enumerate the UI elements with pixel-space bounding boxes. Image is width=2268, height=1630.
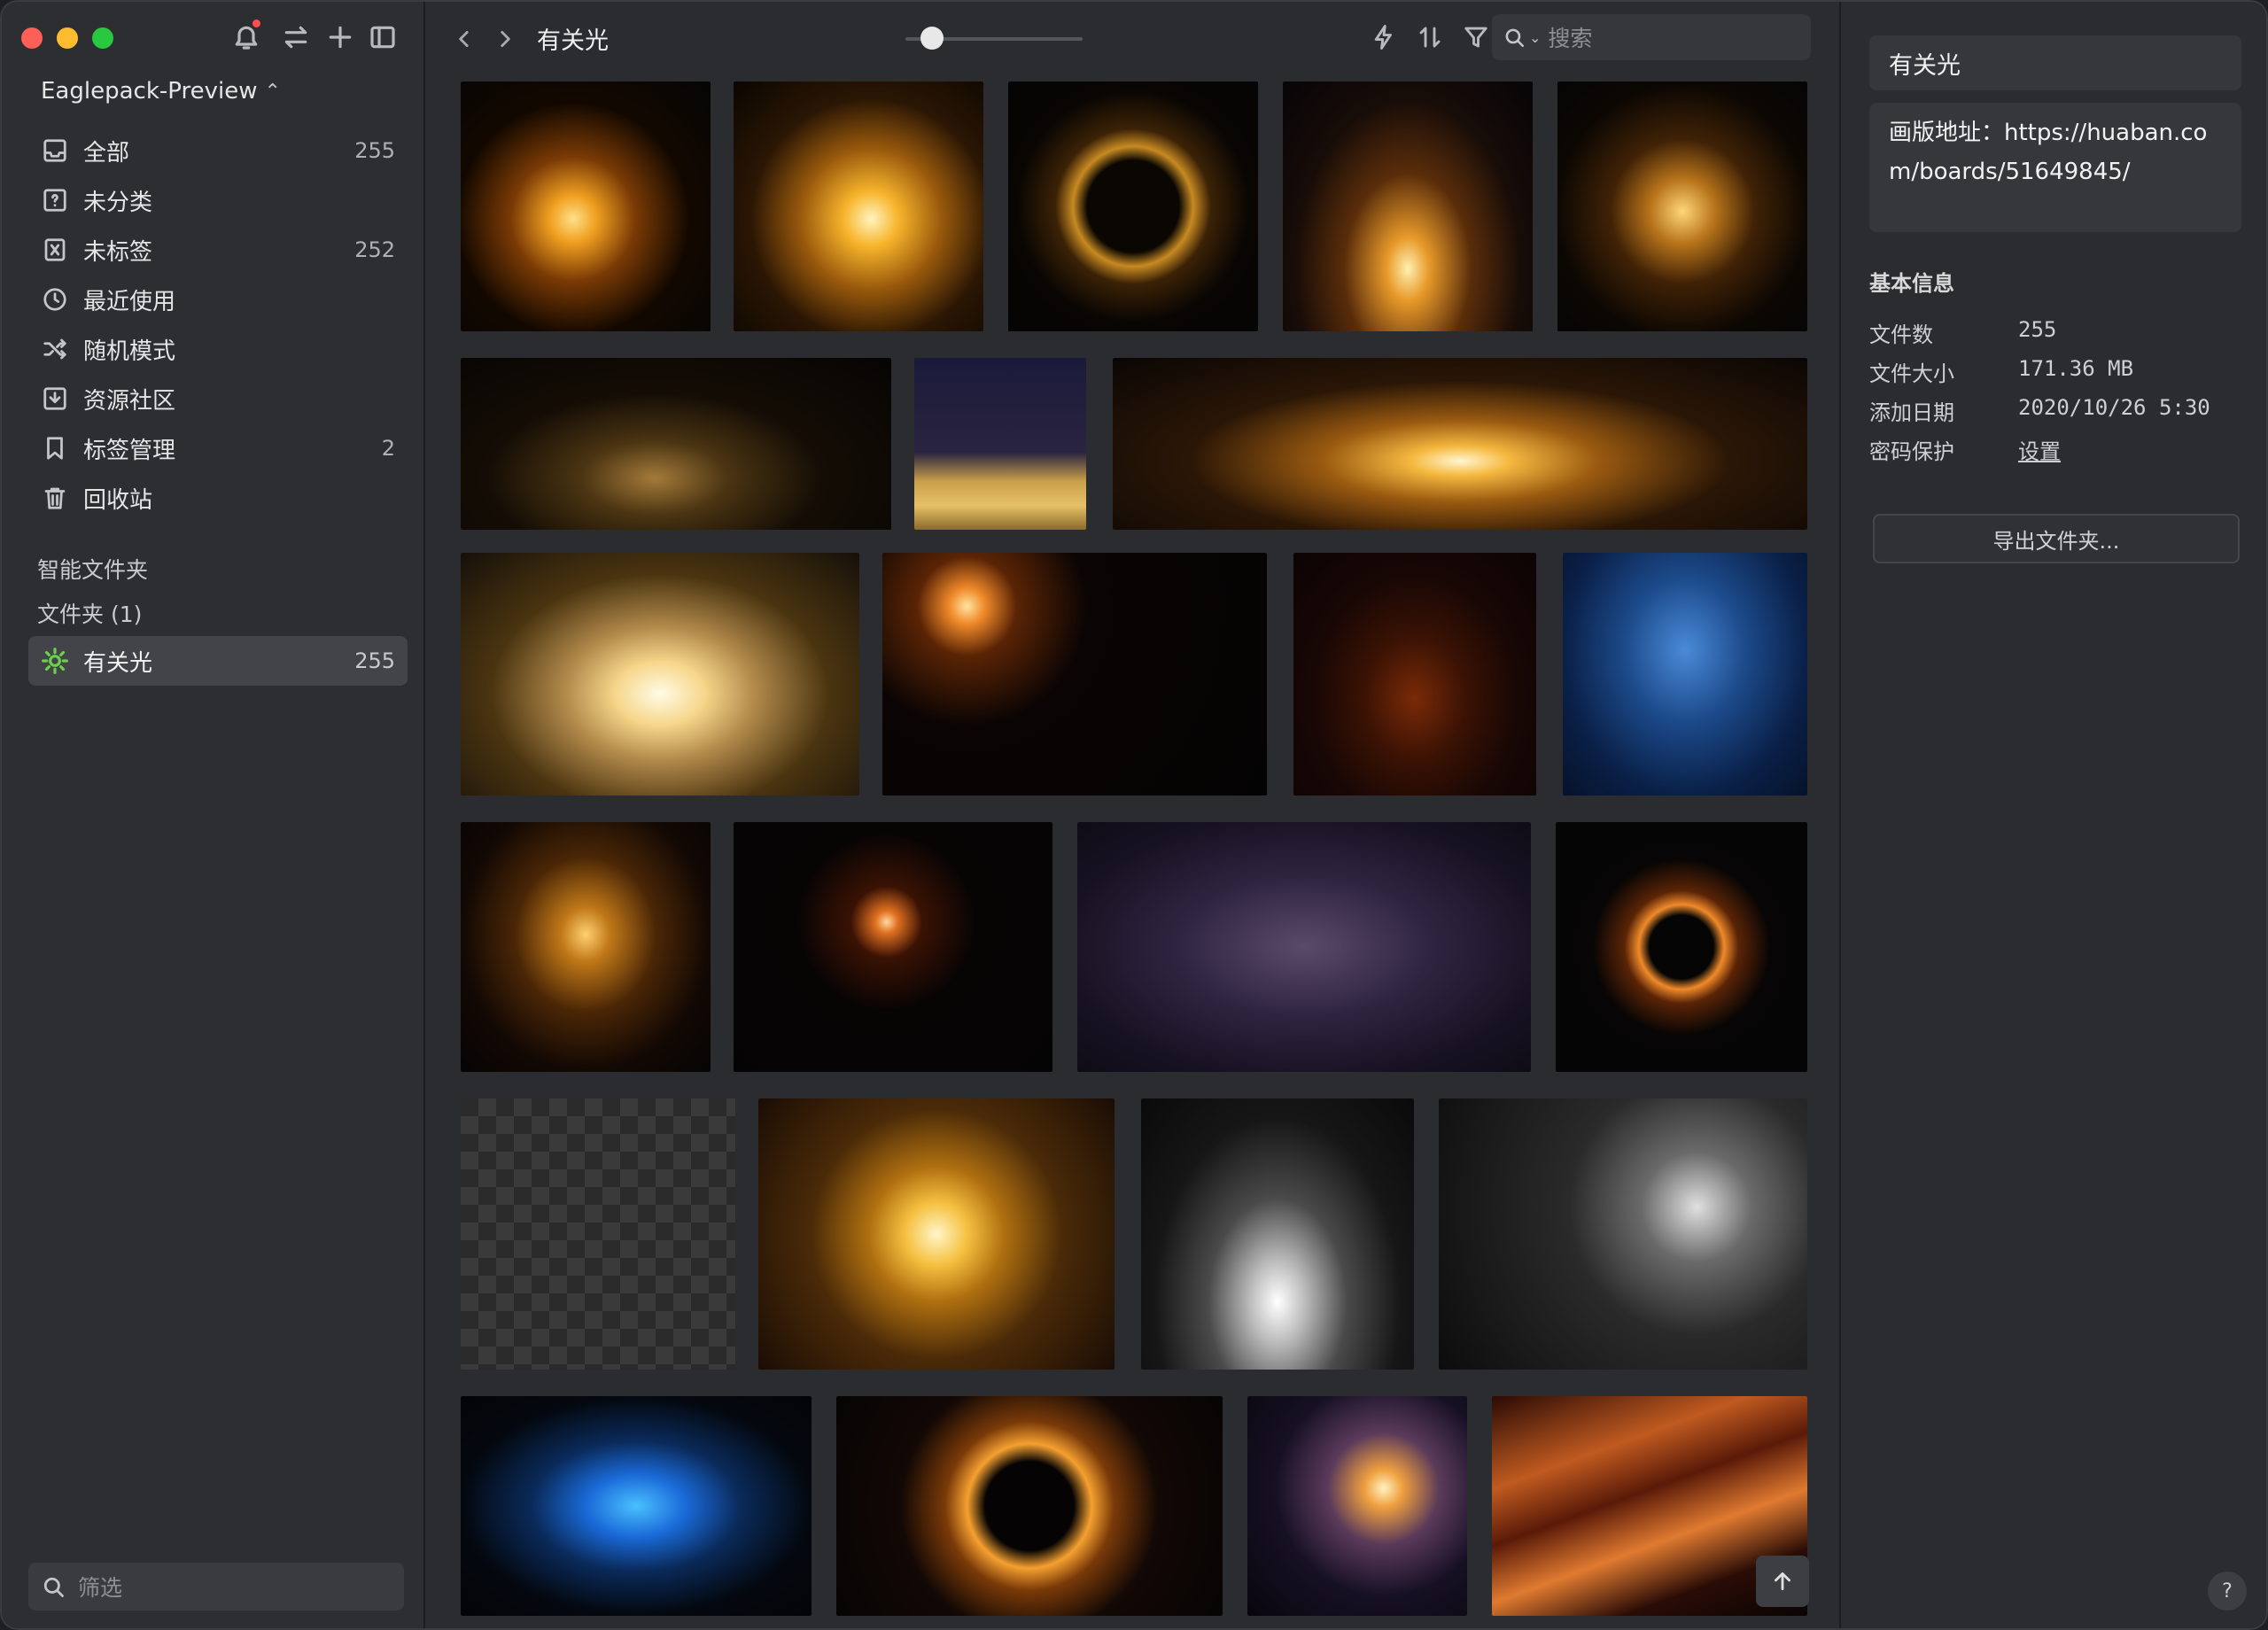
folder-name-field[interactable]: 有关光 [1869,35,2241,90]
info-row-file-size: 文件大小 171.36 MB [1869,356,2241,387]
help-button[interactable]: ? [2208,1572,2247,1611]
thumbnail-blue-energy-swirl[interactable] [461,1396,812,1616]
thumbnail-orange-lens-flare[interactable] [882,553,1267,796]
sidebar-item-tags[interactable]: 标签管理 2 [28,423,408,473]
main-content: 有关光 ⌄ 搜索 [427,2,1839,1628]
folder-name-value: 有关光 [1889,51,1961,80]
notification-dot [252,19,260,27]
thumbnail-blue-glitter-bokeh[interactable] [1563,553,1807,796]
sidebar-item-label: 资源社区 [83,387,176,415]
sidebar-item-untagged[interactable]: 未标签 252 [28,225,408,275]
close-window-button[interactable] [21,27,43,49]
sidebar-item-label: 随机模式 [83,338,176,365]
info-row-date-added: 添加日期 2020/10/26 5:30 [1869,395,2241,426]
bookmark-icon [41,434,69,462]
sidebar-item-recent[interactable]: 最近使用 [28,275,408,324]
folder-description-value: 画版地址：https://huaban.com/boards/51649845/ [1889,120,2208,185]
sidebar-item-label: 最近使用 [83,288,176,315]
app-window: Eaglepack-Preview ⌃ 全部 255 未分类 未标签 252 最… [0,0,2268,1630]
thumbnail-golden-swirl-light[interactable] [461,82,711,331]
library-switcher[interactable]: Eaglepack-Preview ⌃ [41,78,281,105]
clock-icon [41,285,69,314]
folder-label: 有关光 [83,649,153,677]
inbox-icon [41,136,69,165]
sidebar-item-count: 252 [354,237,395,262]
folder-item-selected[interactable]: 有关光 255 [28,636,408,686]
thumbnail-sunburst-flare[interactable] [1247,1396,1467,1616]
thumbnail-orange-streak-flare[interactable] [734,822,1052,1072]
thumbnail-silver-swirl-purple[interactable] [1077,822,1531,1072]
info-value: 171.36 MB [2018,356,2134,381]
chevron-updown-icon: ⌃ [264,80,281,103]
sidebar-item-label: 标签管理 [83,437,176,464]
thumbnail-grid [427,2,1839,1628]
thumbnail-white-bokeh-dots[interactable] [1439,1098,1807,1370]
sidebar-item-trash[interactable]: 回收站 [28,473,408,523]
download-icon [41,384,69,413]
filter-placeholder: 筛选 [78,1575,123,1601]
bell-icon[interactable] [229,19,264,55]
thumbnail-golden-triangle-glow[interactable] [1557,82,1807,331]
zoom-window-button[interactable] [92,27,113,49]
sidebar-item-label: 回收站 [83,486,153,514]
library-name: Eaglepack-Preview [41,78,258,105]
sidebar-item-all[interactable]: 全部 255 [28,126,408,175]
thumbnail-golden-portal-glow[interactable] [758,1098,1115,1370]
export-folder-button[interactable]: 导出文件夹... [1873,514,2240,563]
sun-icon [41,647,69,675]
trash-icon [41,484,69,512]
thumbnail-white-dandelion-burst[interactable] [1141,1098,1414,1370]
thumbnail-golden-ring-sparkles[interactable] [1008,82,1258,331]
sidebar-item-label: 全部 [83,139,130,167]
thumbnail-golden-sparkle-burst[interactable] [734,82,983,331]
plus-icon[interactable] [322,19,358,55]
sidebar-item-label: 未标签 [83,238,153,266]
thumbnail-golden-spiral-tree[interactable] [461,822,711,1072]
thumbnail-merry-christmas-snowflake[interactable] [1293,553,1536,796]
info-key: 添加日期 [1869,400,1954,425]
basic-info-header: 基本信息 [1869,271,1954,296]
sidebar-nav: 全部 255 未分类 未标签 252 最近使用 随机模式 资源社区 标签管理 2… [28,126,408,523]
thumbnail-golden-swirl-transparent[interactable] [461,1098,735,1370]
inspector-panel: 有关光 画版地址：https://huaban.com/boards/51649… [1839,2,2266,1628]
info-key: 文件数 [1869,322,1933,347]
folder-count: 255 [354,648,395,673]
info-key: 文件大小 [1869,361,1954,386]
scroll-to-top-button[interactable] [1756,1556,1809,1607]
smart-folders-header[interactable]: 智能文件夹 [37,553,148,585]
sidebar-item-count: 255 [354,138,395,163]
folder-description-field[interactable]: 画版地址：https://huaban.com/boards/51649845/ [1869,103,2241,232]
minimize-window-button[interactable] [57,27,78,49]
sidebar-toggle-icon[interactable] [365,19,400,55]
arrow-up-icon [1775,1572,1790,1591]
unfiled-icon [41,186,69,214]
info-row-password: 密码保护 设置 [1869,434,2241,465]
thumbnail-orange-light-ring[interactable] [1556,822,1807,1072]
sidebar-item-unfiled[interactable]: 未分类 [28,175,408,225]
folders-header[interactable]: 文件夹 (1) [37,597,142,629]
info-value: 255 [2018,317,2057,342]
sidebar-item-community[interactable]: 资源社区 [28,374,408,423]
info-value: 2020/10/26 5:30 [2018,395,2210,420]
shuffle-icon [41,335,69,363]
thumbnail-light-ring-ground[interactable] [461,358,891,530]
password-settings-link[interactable]: 设置 [2018,434,2061,465]
info-row-file-count: 文件数 255 [1869,317,2241,348]
search-icon [43,1577,64,1597]
sidebar-item-label: 未分类 [83,189,153,216]
sidebar-item-count: 2 [381,436,395,461]
thumbnail-golden-christmas-tree[interactable] [1283,82,1533,331]
sidebar: Eaglepack-Preview ⌃ 全部 255 未分类 未标签 252 最… [2,2,425,1628]
info-key: 密码保护 [1869,439,1954,464]
thumbnail-golden-glitter-floor[interactable] [914,358,1086,530]
untagged-icon [41,236,69,264]
sidebar-filter-input[interactable]: 筛选 [28,1563,404,1611]
thumbnail-fire-ring[interactable] [836,1396,1223,1616]
sync-icon[interactable] [278,19,314,55]
thumbnail-golden-stage-curtains[interactable] [461,553,859,796]
thumbnail-golden-explosion-rays[interactable] [1113,358,1807,530]
sidebar-item-random[interactable]: 随机模式 [28,324,408,374]
